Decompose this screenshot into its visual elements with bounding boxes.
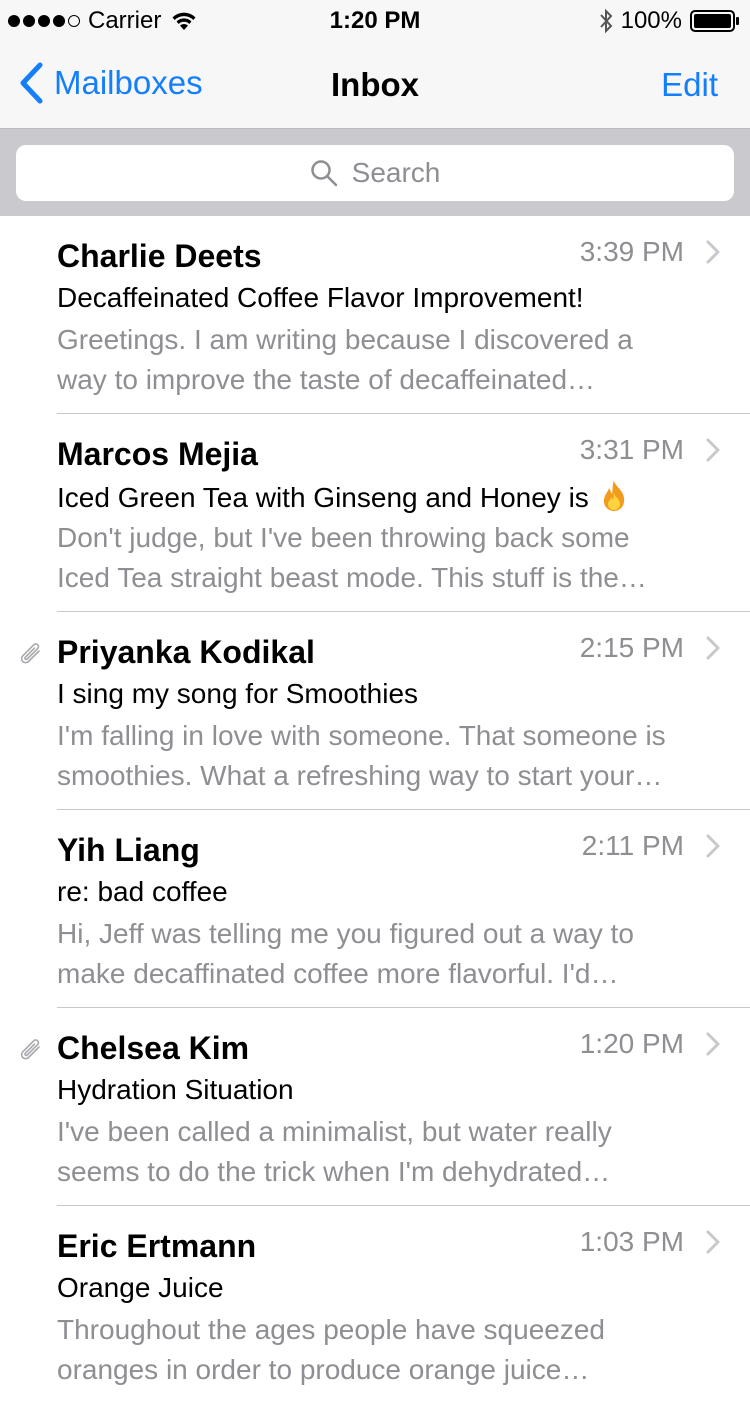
message-sender: Charlie Deets (57, 238, 262, 274)
status-right: 100% (599, 7, 740, 35)
back-button-label: Mailboxes (54, 64, 203, 101)
message-row[interactable]: Charlie Deets 3:39 PM Decaffeinated Coff… (0, 216, 750, 414)
message-sender: Yih Liang (57, 832, 200, 868)
chevron-right-icon (706, 240, 720, 264)
message-preview-line: Don't judge, but I've been throwing back… (57, 522, 630, 553)
message-preview: Greetings. I am writing because I discov… (57, 320, 730, 400)
status-left: Carrier (8, 7, 197, 35)
message-row[interactable]: Priyanka Kodikal 2:15 PM I sing my song … (0, 612, 750, 810)
message-row[interactable]: Yih Liang 2:11 PM re: bad coffee Hi, Jef… (0, 810, 750, 1008)
wifi-icon (172, 12, 196, 30)
chevron-left-icon (20, 62, 43, 104)
message-time: 2:15 PM (579, 632, 684, 663)
message-subject-wrap: Iced Green Tea with Ginseng and Honey is (57, 480, 629, 514)
message-row[interactable]: Marcos Mejia 3:31 PM Iced Green Tea with… (0, 414, 750, 612)
status-bar: Carrier 1:20 PM 100% (0, 0, 750, 40)
message-preview-line: smoothies. What a refreshing way to star… (57, 760, 663, 791)
message-sender: Eric Ertmann (57, 1228, 257, 1264)
message-preview-line: way to improve the taste of decaffeinate… (57, 364, 596, 395)
message-time: 3:39 PM (579, 236, 684, 267)
message-subject: re: bad coffee (57, 876, 228, 907)
mailboxes-back-button[interactable]: Mailboxes (18, 62, 203, 104)
message-row[interactable]: Eric Ertmann 1:03 PM Orange Juice Throug… (0, 1206, 750, 1402)
chevron-right-icon (706, 1230, 720, 1254)
message-sender: Chelsea Kim (57, 1030, 250, 1066)
message-preview: I'm falling in love with someone. That s… (57, 716, 730, 796)
paperclip-icon (20, 643, 40, 664)
carrier-name: Carrier (88, 7, 162, 34)
search-icon (310, 160, 337, 187)
message-list: Charlie Deets 3:39 PM Decaffeinated Coff… (0, 216, 750, 1402)
message-subject: Decaffeinated Coffee Flavor Improvement! (57, 282, 584, 313)
message-time: 1:03 PM (579, 1226, 684, 1257)
message-preview-line: oranges in order to produce orange juice… (57, 1354, 590, 1385)
battery-icon (690, 10, 739, 32)
message-preview-line: I'm falling in love with someone. That s… (57, 720, 666, 751)
chevron-right-icon (706, 1032, 720, 1056)
message-preview-line: Hi, Jeff was telling me you figured out … (57, 918, 634, 949)
message-time: 3:31 PM (579, 434, 684, 465)
message-subject: I sing my song for Smoothies (57, 678, 419, 709)
edit-button[interactable]: Edit (661, 66, 718, 104)
message-preview-line: Greetings. I am writing because I discov… (57, 324, 633, 355)
search-bar-container: Search (0, 128, 750, 216)
navigation-bar: Mailboxes Inbox Edit (0, 40, 750, 128)
message-subject: Iced Green Tea with Ginseng and Honey is (57, 482, 589, 513)
signal-strength-icon (8, 15, 80, 27)
message-sender: Priyanka Kodikal (57, 634, 315, 670)
bluetooth-icon (599, 8, 612, 34)
chevron-right-icon (706, 834, 720, 858)
chevron-right-icon (706, 438, 720, 462)
message-preview-line: Iced Tea straight beast mode. This stuff… (57, 562, 647, 593)
paperclip-icon (20, 1039, 40, 1060)
message-sender: Marcos Mejia (57, 436, 258, 472)
battery-percentage: 100% (620, 7, 682, 34)
message-preview-line: seems to do the trick when I'm dehydrate… (57, 1156, 611, 1187)
message-preview: Don't judge, but I've been throwing back… (57, 518, 730, 598)
search-placeholder: Search (351, 157, 441, 188)
message-preview-line: I've been called a minimalist, but water… (57, 1116, 612, 1147)
fire-emoji-icon (603, 481, 624, 511)
message-preview-line: Throughout the ages people have squeezed (57, 1314, 605, 1345)
message-subject: Hydration Situation (57, 1074, 294, 1105)
message-subject: Orange Juice (57, 1272, 224, 1303)
message-preview: Throughout the ages people have squeezed… (57, 1310, 730, 1390)
message-time: 2:11 PM (581, 830, 684, 861)
message-time: 1:20 PM (579, 1028, 684, 1059)
message-preview-line: make decaffinated coffee more flavorful.… (57, 958, 619, 989)
message-preview: Hi, Jeff was telling me you figured out … (57, 914, 730, 994)
message-preview: I've been called a minimalist, but water… (57, 1112, 730, 1192)
message-row[interactable]: Chelsea Kim 1:20 PM Hydration Situation … (0, 1008, 750, 1206)
mail-app-screen: Carrier 1:20 PM 100% Mailboxes Inbox Edi… (0, 0, 750, 1402)
chevron-right-icon (706, 636, 720, 660)
search-input[interactable]: Search (16, 145, 734, 201)
